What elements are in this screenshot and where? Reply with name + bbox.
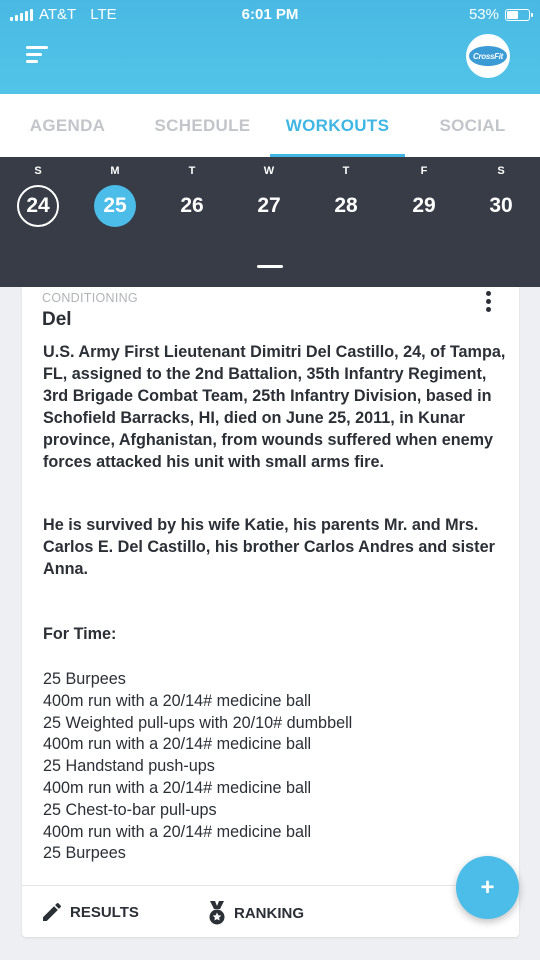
- top-tabs: AGENDA SCHEDULE WORKOUTS SOCIAL: [0, 94, 540, 157]
- status-time: 6:01 PM: [241, 6, 299, 23]
- status-bar: AT&T LTE 6:01 PM 53%: [0, 0, 540, 28]
- day-tuesday[interactable]: T 26: [167, 157, 217, 237]
- ranking-label: RANKING: [234, 904, 304, 922]
- day-of-week: W: [263, 165, 275, 177]
- drag-handle[interactable]: [257, 265, 283, 268]
- movement-item: 400m run with a 20/14# medicine ball: [43, 822, 312, 841]
- workout-title: Del: [42, 309, 72, 330]
- movement-item: 400m run with a 20/14# medicine ball: [43, 691, 312, 710]
- medal-icon: [209, 901, 225, 925]
- movement-item: 400m run with a 20/14# medicine ball: [43, 778, 312, 797]
- workout-card: CONDITIONING Del U.S. Army First Lieuten…: [22, 287, 519, 937]
- movement-item: 400m run with a 20/14# medicine ball: [43, 735, 312, 754]
- movement-item: 25 Burpees: [43, 844, 126, 863]
- crossfit-logo[interactable]: CrossFit: [466, 34, 510, 78]
- day-number: 25: [94, 185, 136, 227]
- more-options-icon[interactable]: [481, 291, 497, 315]
- day-number: 29: [412, 194, 436, 217]
- movement-item: 25 Weighted pull-ups with 20/10# dumbbel…: [43, 713, 353, 732]
- hamburger-icon[interactable]: [26, 44, 50, 64]
- day-of-week: S: [34, 165, 42, 177]
- day-of-week: S: [497, 165, 505, 177]
- day-monday[interactable]: M 25: [90, 157, 140, 237]
- day-of-week: F: [420, 165, 428, 177]
- results-label: RESULTS: [70, 903, 139, 921]
- day-wednesday[interactable]: W 27: [244, 157, 294, 237]
- week-selector: S 24 M 25 T 26 W 27 T 28 F 29 S 30: [0, 157, 540, 287]
- workout-survived-text: He is survived by his wife Katie, his pa…: [43, 516, 495, 578]
- results-button[interactable]: RESULTS: [40, 900, 139, 924]
- tab-schedule[interactable]: SCHEDULE: [135, 94, 270, 157]
- card-divider: [22, 885, 519, 886]
- movement-item: 25 Chest-to-bar pull-ups: [43, 800, 217, 819]
- day-of-week: M: [110, 165, 120, 177]
- day-number: 28: [334, 194, 358, 217]
- workout-description: U.S. Army First Lieutenant Dimitri Del C…: [43, 343, 506, 471]
- day-number: 27: [257, 194, 281, 217]
- battery-icon: [505, 8, 533, 21]
- movement-item: 25 Burpees: [43, 670, 126, 688]
- day-number: 26: [180, 194, 204, 217]
- logo-text: CrossFit: [469, 46, 507, 66]
- day-of-week: T: [188, 165, 196, 177]
- tab-social[interactable]: SOCIAL: [405, 94, 540, 157]
- battery-percent: 53%: [468, 6, 499, 23]
- tab-workouts[interactable]: WORKOUTS: [270, 94, 405, 157]
- movement-list: 25 Burpees 400m run with a 20/14# medici…: [43, 669, 352, 865]
- tab-agenda[interactable]: AGENDA: [0, 94, 135, 157]
- status-right: 53%: [468, 6, 533, 23]
- workout-category: CONDITIONING: [42, 291, 138, 305]
- movement-item: 25 Handstand push-ups: [43, 757, 215, 776]
- workout-scoring: For Time:: [43, 625, 117, 643]
- app-header: AT&T LTE 6:01 PM 53% CrossFit: [0, 0, 540, 94]
- day-number: 24: [17, 185, 59, 227]
- day-saturday[interactable]: S 30: [476, 157, 526, 237]
- ranking-button[interactable]: RANKING: [206, 900, 304, 926]
- day-of-week: T: [342, 165, 350, 177]
- day-friday[interactable]: F 29: [399, 157, 449, 237]
- add-button[interactable]: +: [456, 856, 519, 919]
- battery-fill: [507, 10, 518, 19]
- day-number: 30: [489, 194, 513, 217]
- day-thursday[interactable]: T 28: [321, 157, 371, 237]
- day-sunday[interactable]: S 24: [13, 157, 63, 237]
- pencil-icon: [43, 902, 62, 921]
